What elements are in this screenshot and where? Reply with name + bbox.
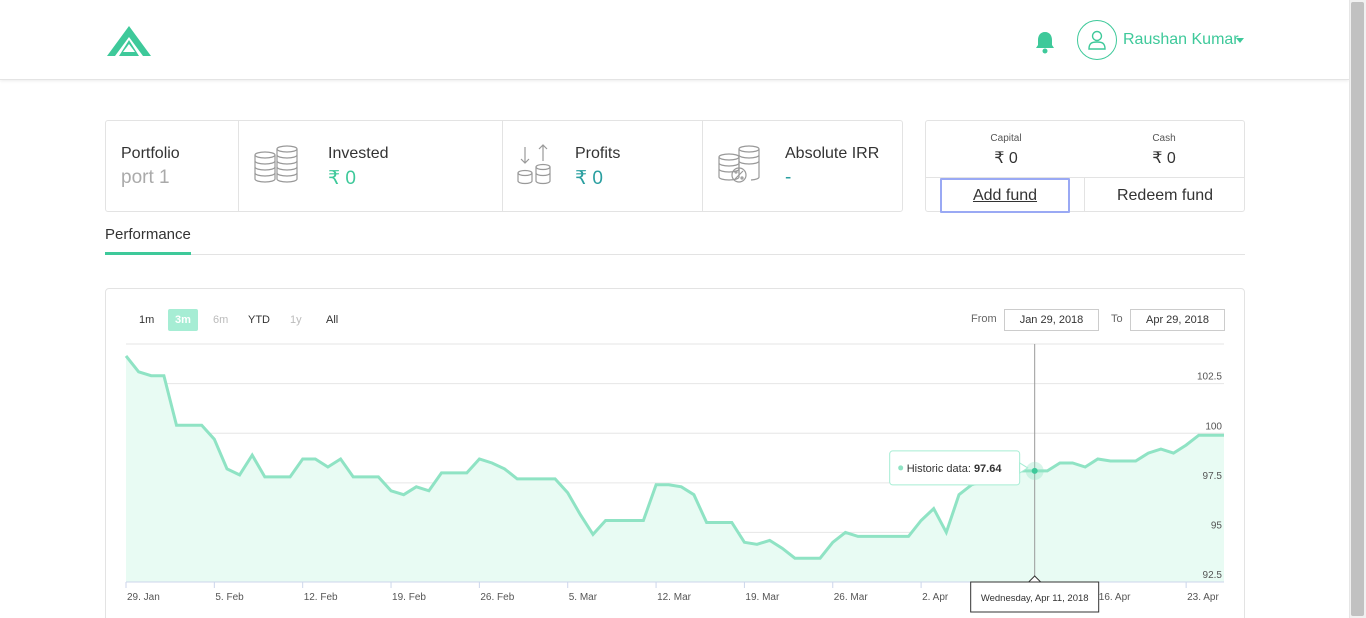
performance-chart[interactable]: 92.5 95 97.5 100 102.5 29. Jan 5. Feb 12. Feb 19…: [106, 289, 1244, 618]
cash-value: ₹ 0: [1152, 150, 1176, 167]
x-tick-label: 5. Mar: [569, 592, 598, 603]
y-tick-label: 92.5: [1203, 570, 1223, 581]
profits-value: ₹ 0: [575, 168, 603, 189]
x-tick-label: 12. Mar: [657, 592, 692, 603]
tooltip-value: 97.64: [974, 463, 1002, 475]
y-tick-label: 100: [1205, 421, 1222, 432]
coins-stack-icon: [254, 145, 298, 183]
x-tick-label: 12. Feb: [304, 592, 338, 603]
date-flag-text: Wednesday, Apr 11, 2018: [981, 593, 1089, 604]
profit-arrows-icon: [517, 144, 551, 185]
x-tick-label: 23. Apr: [1187, 592, 1219, 603]
performance-chart-card: 1m 3m 6m YTD 1y All From To 92.59597.510…: [105, 288, 1245, 618]
y-tick-label: 97.5: [1203, 471, 1223, 482]
x-tick-label: 29. Jan: [127, 592, 160, 603]
user-name[interactable]: Raushan Kumar: [1123, 31, 1239, 49]
invested-label: Invested: [328, 145, 389, 162]
redeem-fund-button[interactable]: Redeem fund: [1086, 178, 1244, 213]
irr-value: -: [785, 167, 792, 188]
profits-cell: Profits ₹ 0: [502, 121, 702, 211]
x-tick-label: 19. Mar: [745, 592, 780, 603]
x-tick-label: 19. Feb: [392, 592, 426, 603]
chevron-down-icon[interactable]: [1236, 38, 1244, 43]
scrollbar-thumb[interactable]: [1351, 2, 1364, 616]
fund-panel: Capital ₹ 0 Cash ₹ 0 Add fund Redeem fun…: [925, 120, 1245, 213]
portfolio-cell: Portfolio port 1: [106, 121, 238, 211]
x-tick-label: 26. Feb: [480, 592, 514, 603]
coins-percent-icon: [718, 145, 760, 183]
top-navbar: Raushan Kumar: [0, 0, 1349, 80]
x-tick-label: 5. Feb: [215, 592, 244, 603]
irr-cell: Absolute IRR -: [702, 121, 902, 211]
tab-bar: Performance: [105, 224, 1245, 255]
avatar[interactable]: [1077, 20, 1117, 60]
bell-icon[interactable]: [1034, 30, 1056, 54]
invested-value: ₹ 0: [328, 168, 356, 189]
divider: [1084, 178, 1085, 212]
tab-performance[interactable]: Performance: [105, 226, 191, 255]
tooltip-series-marker: [898, 465, 904, 471]
profits-label: Profits: [575, 145, 621, 162]
portfolio-summary: Portfolio port 1 Invested ₹ 0 Profits ₹ …: [105, 120, 903, 212]
cash-label: Cash: [1152, 133, 1176, 144]
add-fund-button[interactable]: Add fund: [940, 178, 1070, 213]
capital-value: ₹ 0: [994, 150, 1018, 167]
series-area-fill: [126, 355, 1224, 582]
tooltip-series-label: Historic data:: [907, 463, 974, 475]
y-tick-label: 102.5: [1197, 372, 1222, 383]
invested-cell: Invested ₹ 0: [238, 121, 502, 211]
tooltip-text: Historic data: 97.64: [907, 463, 1003, 475]
x-tick-label: 26. Mar: [834, 592, 869, 603]
hover-point: [1031, 467, 1038, 474]
portfolio-name: port 1: [121, 167, 170, 188]
x-tick-label: 2. Apr: [922, 592, 949, 603]
y-tick-label: 95: [1211, 520, 1223, 531]
user-icon: [1088, 30, 1106, 50]
irr-label: Absolute IRR: [785, 145, 880, 162]
logo-icon[interactable]: [105, 24, 153, 58]
x-tick-label: 16. Apr: [1099, 592, 1131, 603]
portfolio-label: Portfolio: [121, 145, 180, 162]
capital-label: Capital: [990, 133, 1022, 144]
